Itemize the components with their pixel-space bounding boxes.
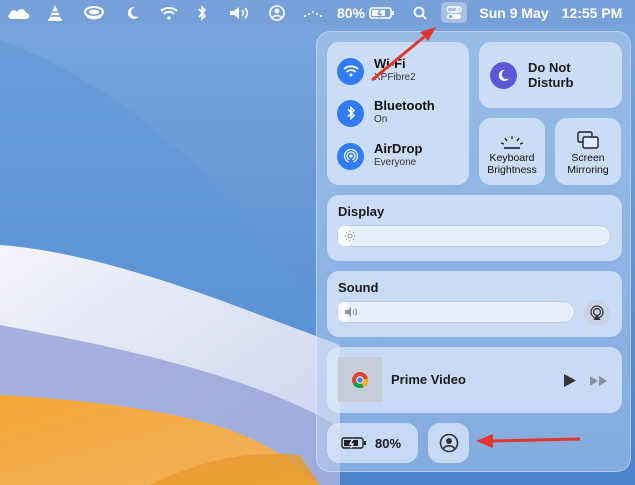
bluetooth-status: On: [374, 114, 388, 125]
wifi-network-name: XPFibre2: [374, 72, 416, 83]
screen-mirroring-label-line1: Screen: [571, 152, 605, 164]
battery-module[interactable]: 80%: [327, 423, 418, 463]
moon-icon[interactable]: [122, 0, 144, 25]
volume-icon[interactable]: [228, 0, 252, 25]
menubar-date[interactable]: Sun 9 May: [478, 0, 550, 25]
wifi-icon[interactable]: [158, 0, 180, 25]
vlc-cone-icon[interactable]: [44, 0, 66, 25]
now-playing-artwork[interactable]: [338, 357, 382, 402]
menubar-battery-text: 80%: [336, 4, 366, 21]
wifi-circle-icon[interactable]: [337, 57, 364, 85]
coffee-cup-icon[interactable]: [80, 0, 108, 25]
chrome-icon: [352, 371, 369, 388]
menubar-time-text: 12:55 PM: [561, 4, 623, 21]
keyboard-brightness-icon: [500, 136, 524, 149]
user-account-icon: [439, 433, 458, 453]
now-playing-title: Prime Video: [391, 372, 466, 387]
screen-mirroring-icon: [577, 131, 599, 149]
battery-charging-icon: [341, 437, 366, 449]
play-button[interactable]: [563, 373, 577, 393]
airdrop-title: AirDrop: [374, 141, 423, 156]
control-center-panel: Wi-Fi XPFibre2 Bluetooth On AirDrop Ever…: [316, 31, 631, 472]
bluetooth-icon[interactable]: [194, 0, 210, 25]
play-icon: [564, 374, 576, 387]
connectivity-module: Wi-Fi XPFibre2 Bluetooth On AirDrop Ever…: [327, 42, 469, 185]
menu-bar: 80% Sun 9 May 12:55 PM: [0, 0, 635, 25]
screen-mirroring-button[interactable]: Screen Mirroring: [555, 118, 621, 185]
sound-title: Sound: [338, 280, 379, 295]
user-account-icon[interactable]: [266, 0, 288, 25]
fast-forward-button[interactable]: [589, 374, 609, 392]
airplay-audio-icon: [590, 305, 604, 320]
wifi-toggle[interactable]: Wi-Fi XPFibre2: [337, 53, 416, 89]
keyboard-brightness-button[interactable]: Keyboard Brightness: [479, 118, 545, 185]
airplay-audio-button[interactable]: [584, 300, 610, 326]
airdrop-toggle[interactable]: AirDrop Everyone: [337, 138, 422, 174]
keyboard-brightness-label-line1: Keyboard: [489, 152, 535, 164]
volume-slider[interactable]: [337, 301, 575, 323]
speaker-icon: [345, 307, 357, 317]
cloud-icon[interactable]: [4, 0, 34, 25]
bluetooth-toggle[interactable]: Bluetooth On: [337, 95, 435, 131]
airdrop-circle-icon[interactable]: [337, 142, 364, 170]
menubar-date-text: Sun 9 May: [479, 4, 549, 21]
control-center-icon[interactable]: [441, 2, 467, 23]
bluetooth-circle-icon[interactable]: [337, 99, 364, 127]
display-title: Display: [338, 204, 385, 219]
activity-dots-icon[interactable]: [300, 0, 324, 25]
screen-mirroring-label-line2: Mirroring: [567, 164, 609, 176]
display-brightness-slider[interactable]: [337, 225, 611, 247]
sun-icon: [344, 230, 356, 242]
battery-percent-text: 80%: [375, 435, 402, 451]
airdrop-status: Everyone: [374, 157, 417, 168]
bluetooth-title: Bluetooth: [374, 98, 435, 113]
do-not-disturb-toggle[interactable]: Do Not Disturb: [479, 42, 622, 108]
menubar-battery-percent[interactable]: 80%: [334, 0, 368, 25]
fast-user-switching-button[interactable]: [428, 423, 469, 463]
keyboard-brightness-label-line2: Brightness: [487, 164, 537, 176]
display-module: Display: [327, 195, 622, 261]
now-playing-module: Prime Video: [327, 347, 622, 413]
sound-module: Sound: [327, 271, 622, 337]
do-not-disturb-label: Do Not Disturb: [528, 60, 574, 90]
menubar-clock[interactable]: 12:55 PM: [554, 0, 630, 25]
battery-icon[interactable]: [368, 0, 396, 25]
wifi-title: Wi-Fi: [374, 56, 406, 71]
do-not-disturb-moon-icon[interactable]: [490, 61, 517, 89]
fast-forward-icon: [590, 376, 607, 386]
spotlight-search-icon[interactable]: [410, 0, 430, 25]
